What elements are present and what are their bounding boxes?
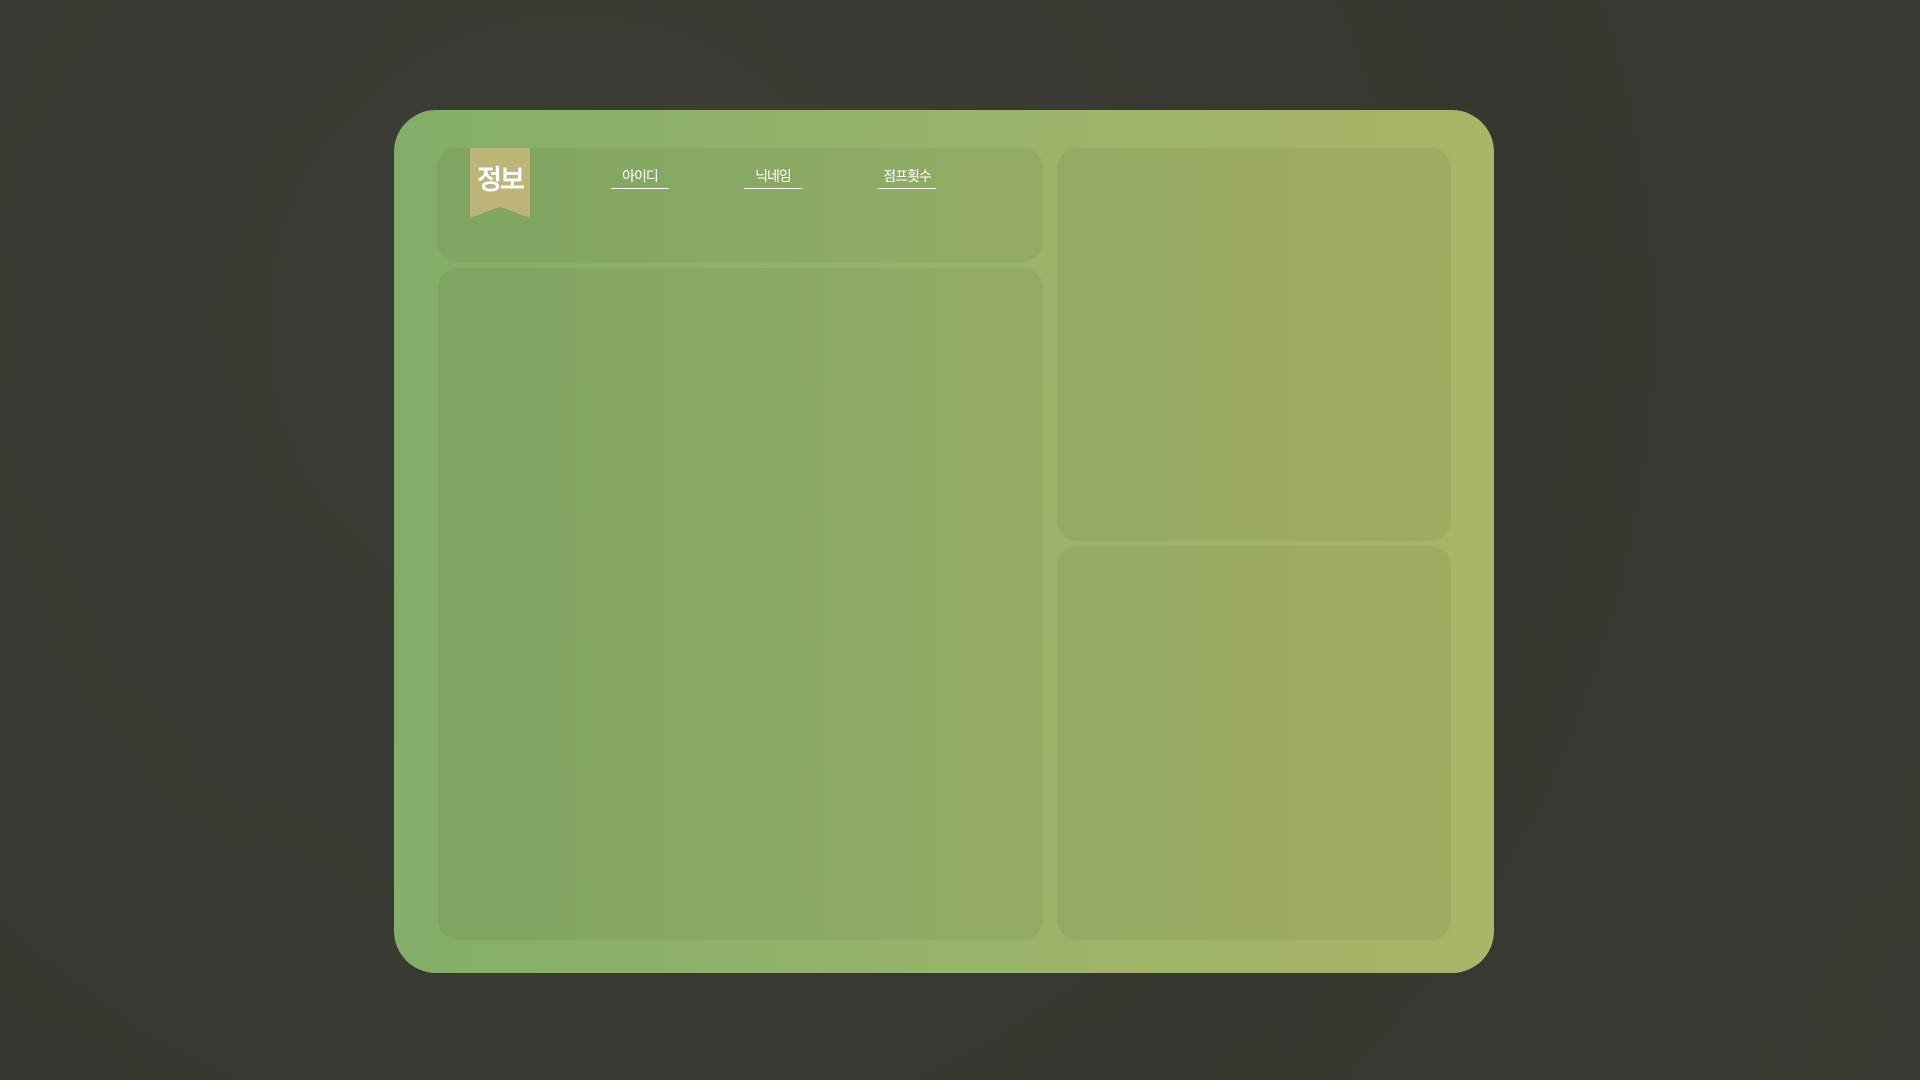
ribbon-title: 정보 bbox=[477, 165, 525, 196]
right-top-panel bbox=[1057, 148, 1451, 541]
tab-jump-count[interactable]: 점프횟수 bbox=[878, 166, 936, 189]
right-bottom-panel bbox=[1057, 546, 1451, 940]
main-panel bbox=[438, 268, 1043, 940]
tab-id[interactable]: 아이디 bbox=[611, 166, 669, 189]
tab-nickname[interactable]: 닉네임 bbox=[744, 166, 802, 189]
